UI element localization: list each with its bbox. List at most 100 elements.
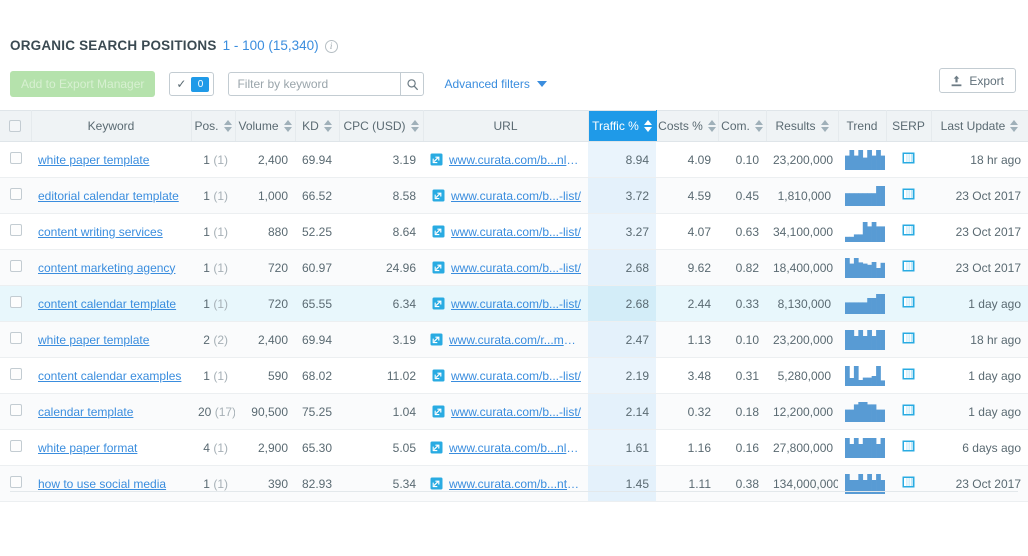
url-link[interactable]: www.curata.com/b...-list/: [451, 261, 581, 275]
table-row[interactable]: white paper template 1 (1) 2,400 69.94 3.19 w…: [0, 141, 1028, 178]
keyword-link[interactable]: content calendar examples: [38, 369, 181, 383]
external-link-icon[interactable]: [432, 297, 445, 310]
serp-cell[interactable]: [886, 429, 931, 466]
table-row[interactable]: content calendar template 1 (1) 720 65.55 6.…: [0, 285, 1028, 322]
row-checkbox[interactable]: [9, 152, 22, 164]
external-link-icon[interactable]: [430, 333, 443, 346]
header-kd[interactable]: KD: [295, 110, 340, 142]
header-traffic[interactable]: Traffic %: [588, 110, 657, 142]
sort-icon-cpc[interactable]: [410, 120, 419, 132]
external-link-icon[interactable]: [430, 477, 443, 490]
external-link-icon[interactable]: [432, 189, 445, 202]
sort-icon-kd[interactable]: [323, 120, 332, 132]
keyword-link[interactable]: content marketing agency: [38, 261, 175, 275]
sort-icon-results[interactable]: [820, 120, 829, 132]
sort-icon-costs[interactable]: [707, 120, 716, 132]
keyword-link[interactable]: editorial calendar template: [38, 189, 179, 203]
serp-icon[interactable]: [902, 188, 915, 200]
header-pos[interactable]: Pos.: [191, 110, 236, 142]
row-checkbox[interactable]: [9, 368, 22, 380]
header-costs[interactable]: Costs %: [656, 110, 719, 142]
row-checkbox[interactable]: [9, 260, 22, 272]
serp-cell[interactable]: [886, 177, 931, 214]
external-link-icon[interactable]: [430, 153, 443, 166]
search-button[interactable]: [400, 72, 425, 96]
serp-cell[interactable]: [886, 465, 931, 502]
row-select-cell[interactable]: [0, 141, 31, 178]
row-checkbox[interactable]: [9, 224, 22, 236]
row-checkbox[interactable]: [9, 440, 22, 452]
advanced-filters-toggle[interactable]: Advanced filters: [444, 77, 547, 91]
table-row[interactable]: how to use social media 1 (1) 390 82.93 5.34…: [0, 465, 1028, 502]
row-checkbox[interactable]: [9, 332, 22, 344]
table-row[interactable]: editorial calendar template 1 (1) 1,000 66.…: [0, 177, 1028, 214]
row-select-cell[interactable]: [0, 249, 31, 286]
serp-icon[interactable]: [902, 224, 915, 236]
header-select-all[interactable]: [0, 110, 32, 142]
table-row[interactable]: white paper template 2 (2) 2,400 69.94 3.19 w…: [0, 321, 1028, 358]
external-link-icon[interactable]: [432, 225, 445, 238]
table-row[interactable]: white paper format 4 (1) 2,900 65.30 5.05 www…: [0, 429, 1028, 466]
url-link[interactable]: www.curata.com/b...nload/: [449, 441, 581, 455]
serp-cell[interactable]: [886, 321, 931, 358]
external-link-icon[interactable]: [432, 369, 445, 382]
header-last-update[interactable]: Last Update: [931, 110, 1028, 142]
row-checkbox[interactable]: [9, 476, 22, 488]
header-keyword[interactable]: Keyword: [31, 110, 192, 142]
header-url[interactable]: URL: [423, 110, 589, 142]
row-select-cell[interactable]: [0, 393, 31, 430]
row-select-cell[interactable]: [0, 357, 31, 394]
row-select-cell[interactable]: [0, 213, 31, 250]
header-volume[interactable]: Volume: [235, 110, 296, 142]
serp-icon[interactable]: [902, 404, 915, 416]
url-link[interactable]: www.curata.com/b...nload/: [449, 153, 581, 167]
header-com[interactable]: Com.: [718, 110, 767, 142]
external-link-icon[interactable]: [432, 405, 445, 418]
serp-cell[interactable]: [886, 141, 931, 178]
row-select-cell[interactable]: [0, 465, 31, 502]
keyword-link[interactable]: white paper format: [38, 441, 137, 455]
info-icon[interactable]: i: [324, 39, 338, 53]
serp-icon[interactable]: [902, 296, 915, 308]
keyword-link[interactable]: content writing services: [38, 225, 163, 239]
external-link-icon[interactable]: [432, 261, 445, 274]
table-row[interactable]: content writing services 1 (1) 880 52.25 8.6…: [0, 213, 1028, 250]
sort-icon-traffic[interactable]: [643, 120, 652, 132]
keyword-link[interactable]: calendar template: [38, 405, 133, 419]
serp-icon[interactable]: [902, 152, 915, 164]
sort-icon-pos[interactable]: [223, 120, 232, 132]
header-trend[interactable]: Trend: [838, 110, 887, 142]
row-select-cell[interactable]: [0, 321, 31, 358]
serp-cell[interactable]: [886, 285, 931, 322]
select-all-checkbox[interactable]: [9, 120, 22, 132]
keyword-link[interactable]: white paper template: [38, 333, 149, 347]
url-link[interactable]: www.curata.com/r...mplate: [449, 333, 581, 347]
sort-icon-com[interactable]: [754, 120, 763, 132]
url-link[interactable]: www.curata.com/b...ntent/: [449, 477, 581, 491]
table-row[interactable]: content marketing agency 1 (1) 720 60.97 24.…: [0, 249, 1028, 286]
row-checkbox[interactable]: [9, 404, 22, 416]
header-cpc[interactable]: CPC (USD): [339, 110, 424, 142]
table-row[interactable]: calendar template 20 (17) 90,500 75.25 1.04 w…: [0, 393, 1028, 430]
keyword-link[interactable]: content calendar template: [38, 297, 176, 311]
row-select-cell[interactable]: [0, 285, 31, 322]
row-select-cell[interactable]: [0, 177, 31, 214]
keyword-link[interactable]: white paper template: [38, 153, 149, 167]
url-link[interactable]: www.curata.com/b...-list/: [451, 297, 581, 311]
serp-icon[interactable]: [902, 260, 915, 272]
serp-icon[interactable]: [902, 332, 915, 344]
serp-cell[interactable]: [886, 213, 931, 250]
serp-cell[interactable]: [886, 393, 931, 430]
serp-icon[interactable]: [902, 368, 915, 380]
serp-icon[interactable]: [902, 440, 915, 452]
external-link-icon[interactable]: [430, 441, 443, 454]
sort-icon-last-update[interactable]: [1010, 120, 1019, 132]
serp-cell[interactable]: [886, 357, 931, 394]
table-row[interactable]: content calendar examples 1 (1) 590 68.02 11…: [0, 357, 1028, 394]
url-link[interactable]: www.curata.com/b...-list/: [451, 225, 581, 239]
url-link[interactable]: www.curata.com/b...-list/: [451, 405, 581, 419]
row-checkbox[interactable]: [9, 188, 22, 200]
url-link[interactable]: www.curata.com/b...-list/: [451, 189, 581, 203]
export-button[interactable]: Export: [939, 68, 1016, 93]
row-checkbox[interactable]: [9, 296, 22, 308]
